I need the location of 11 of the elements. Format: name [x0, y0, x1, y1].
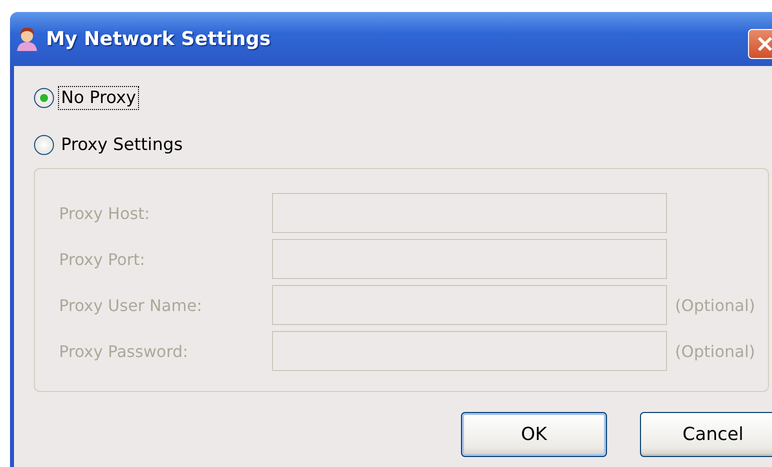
window-title: My Network Settings: [46, 28, 271, 50]
radio-label[interactable]: No Proxy: [58, 86, 140, 110]
field-label: Proxy Port:: [59, 250, 146, 268]
field-label: Proxy Password:: [59, 342, 190, 360]
optional-note: (Optional): [675, 296, 756, 314]
field-label: Proxy User Name:: [59, 296, 204, 314]
radio-label[interactable]: Proxy Settings: [58, 132, 186, 156]
optional-note: (Optional): [675, 342, 756, 360]
field-label: Proxy Host:: [59, 204, 151, 222]
ok-button[interactable]: OK: [461, 412, 607, 457]
cancel-button[interactable]: Cancel: [640, 412, 772, 457]
